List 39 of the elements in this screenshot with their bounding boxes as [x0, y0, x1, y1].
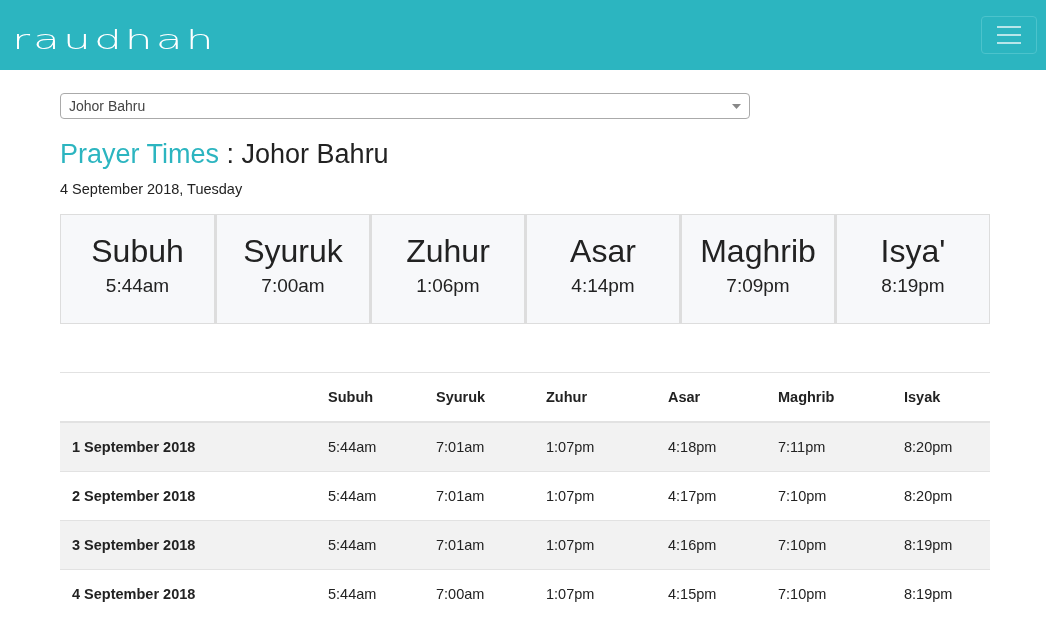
page-heading: Prayer Times : Johor Bahru: [60, 138, 390, 171]
date-cell: 3 September 2018: [60, 520, 316, 570]
table-cell: 8:19pm: [892, 520, 990, 570]
table-cell: 7:01am: [424, 520, 534, 570]
prayer-name: Isya': [880, 232, 946, 271]
menu-button[interactable]: [981, 16, 1037, 54]
menu-icon: [997, 26, 1021, 44]
table-cell: 8:19pm: [892, 569, 990, 618]
table-cell: 7:11pm: [766, 422, 892, 472]
table-cell: 7:10pm: [766, 520, 892, 570]
table-cell: 1:07pm: [534, 569, 656, 618]
prayer-time: 8:19pm: [881, 275, 945, 297]
date-cell: 1 September 2018: [60, 422, 316, 472]
prayer-name: Maghrib: [700, 232, 816, 271]
prayer-time: 1:06pm: [416, 275, 480, 297]
table-cell: 8:20pm: [892, 422, 990, 472]
prayer-name: Subuh: [91, 232, 184, 271]
table-cell: 1:07pm: [534, 520, 656, 570]
table-cell: 5:44am: [316, 520, 424, 570]
table-cell: 4:15pm: [656, 569, 766, 618]
prayer-time: 5:44am: [105, 275, 170, 297]
table-cell: 4:18pm: [656, 422, 766, 472]
prayer-time: 4:14pm: [571, 275, 635, 297]
table-cell: 1:07pm: [534, 422, 656, 472]
table-cell: 5:44am: [316, 422, 424, 472]
table-cell: 5:44am: [316, 569, 424, 618]
table-cell: 7:10pm: [766, 569, 892, 618]
table-cell: 7:00am: [424, 569, 534, 618]
prayer-name: Zuhur: [406, 232, 490, 271]
date-cell: 4 September 2018: [60, 569, 316, 618]
dropdown-caret-icon: [732, 103, 741, 109]
zone-dropdown[interactable]: Johor Bahru: [60, 93, 750, 119]
current-date: 4 September 2018, Tuesday: [60, 181, 244, 197]
prayer-name: Asar: [570, 232, 636, 271]
prayer-time: 7:00am: [261, 275, 325, 297]
table-cell: 4:16pm: [656, 520, 766, 570]
table-cell: 7:01am: [424, 422, 534, 472]
prayer-time: 7:09pm: [726, 275, 790, 297]
prayer-name: Syuruk: [243, 232, 343, 271]
